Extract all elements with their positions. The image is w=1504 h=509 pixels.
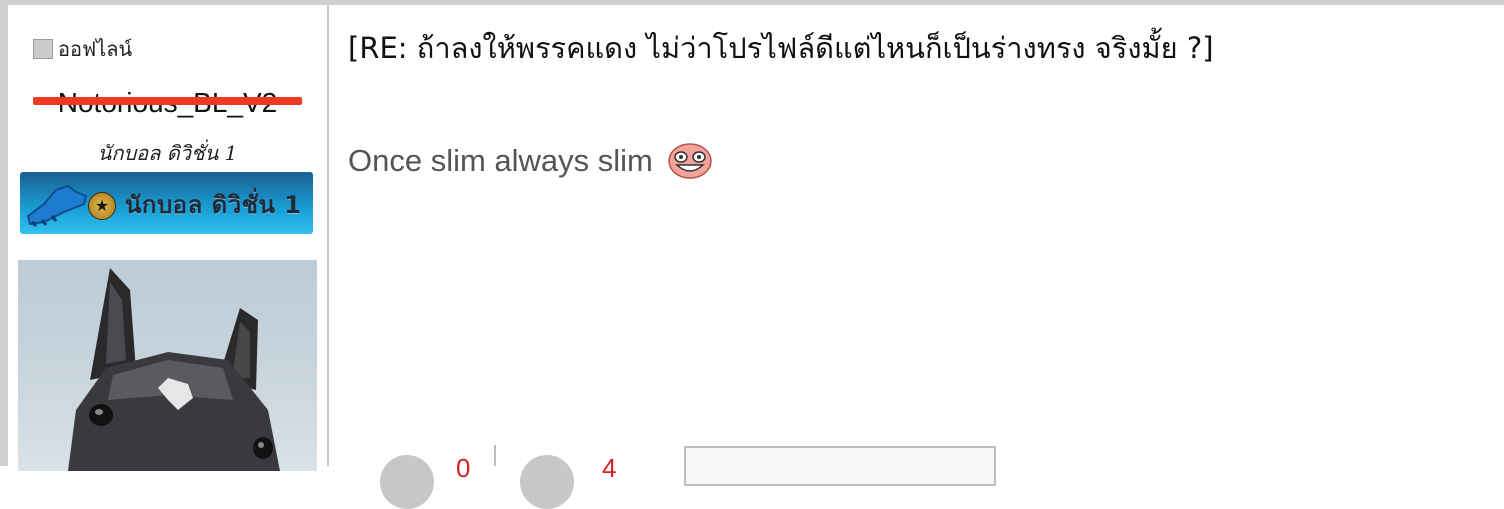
reaction-separator [494, 445, 496, 466]
avatar[interactable] [18, 260, 317, 471]
user-sidebar: ออฟไลน์ Notorious_BL_V2 นักบอล ดิวิชั่น … [8, 5, 327, 471]
offline-indicator-icon [33, 39, 53, 59]
username-strikethrough [33, 97, 302, 105]
post-content: [RE: ถ้าลงให้พรรคแดง ไม่ว่าโปรไฟล์ดีแต่ไ… [329, 5, 1504, 509]
status-label: ออฟไลน์ [58, 37, 133, 61]
reply-field[interactable] [684, 446, 996, 486]
rank-title: นักบอล ดิวิชั่น 1 [97, 141, 238, 165]
reaction-bar: 0 4 [329, 445, 1504, 509]
post-body: Once slim always slim [348, 143, 713, 179]
like-face-icon[interactable] [380, 455, 434, 509]
badge-text: นักบอล ดิวิชั่น 1 [125, 191, 302, 219]
horse-avatar-image [68, 268, 280, 471]
laughing-face-icon [668, 143, 712, 179]
rank-badge: ★ นักบอล ดิวิชั่น 1 [20, 172, 313, 234]
post-body-text: Once slim always slim [348, 143, 653, 178]
dislike-face-icon[interactable] [520, 455, 574, 509]
football-boot-icon [26, 184, 88, 228]
post-title: [RE: ถ้าลงให้พรรคแดง ไม่ว่าโปรไฟล์ดีแต่ไ… [348, 31, 1214, 65]
window-left-border [0, 0, 8, 466]
dislike-count: 4 [602, 453, 617, 483]
star-medal-icon: ★ [88, 192, 116, 220]
online-status: ออฟไลน์ [33, 33, 132, 65]
like-count: 0 [456, 453, 471, 483]
